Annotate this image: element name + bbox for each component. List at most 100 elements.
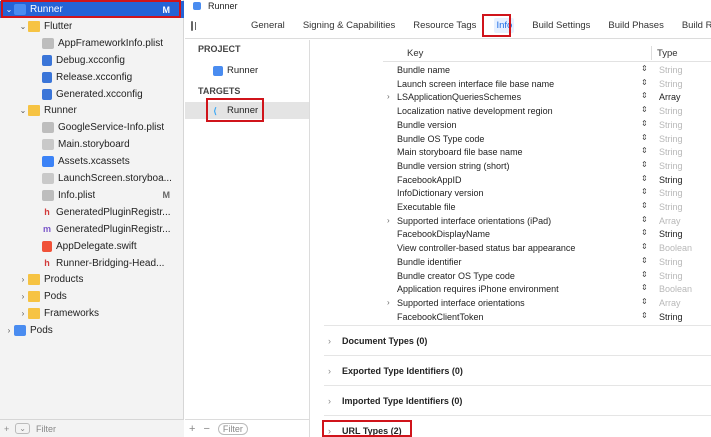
plist-row[interactable]: › Supported interface orientations ⇕ Array — [383, 297, 711, 311]
plist-type[interactable]: String — [659, 175, 683, 185]
tab-build-phases[interactable]: Build Phases — [608, 20, 663, 31]
plist-type[interactable]: String — [659, 257, 683, 267]
tab-signing-capabilities[interactable]: Signing & Capabilities — [303, 20, 395, 31]
remove-target-icon[interactable]: − — [203, 423, 209, 435]
editor-title[interactable]: Runner — [208, 1, 238, 11]
plist-key[interactable]: FacebookAppID — [397, 175, 462, 185]
plist-key[interactable]: FacebookClientToken — [397, 312, 484, 322]
key-stepper-icon[interactable]: ⇕ — [641, 119, 648, 128]
sidebar-toggle-icon[interactable] — [191, 20, 196, 31]
key-stepper-icon[interactable]: ⇕ — [641, 270, 648, 279]
key-stepper-icon[interactable]: ⇕ — [641, 297, 648, 306]
chevron-right-icon[interactable]: › — [324, 396, 342, 406]
chevron-right-icon[interactable]: › — [324, 426, 342, 436]
key-stepper-icon[interactable]: ⇕ — [641, 105, 648, 114]
navigator-item[interactable]: h GeneratedPluginRegistr... — [0, 204, 184, 221]
navigator-item[interactable]: ⌄ Runner — [0, 102, 184, 119]
navigator-item[interactable]: Debug.xcconfig — [0, 52, 184, 69]
plist-row[interactable]: Bundle identifier ⇕ String — [383, 256, 711, 270]
chevron-right-icon[interactable]: › — [387, 298, 390, 307]
info-section-header[interactable]: › Document Types (0) — [324, 325, 711, 355]
plist-row[interactable]: Bundle creator OS Type code ⇕ String — [383, 270, 711, 284]
plist-type[interactable]: String — [659, 161, 683, 171]
navigator-item[interactable]: › Pods — [0, 322, 184, 339]
plist-key[interactable]: Supported interface orientations (iPad) — [397, 216, 551, 226]
navigator-item[interactable]: › Frameworks — [0, 305, 184, 322]
chevron-right-icon[interactable]: › — [18, 275, 28, 284]
plist-key[interactable]: Bundle OS Type code — [397, 134, 484, 144]
plist-key[interactable]: Bundle identifier — [397, 257, 462, 267]
navigator-filter-input[interactable]: Filter — [36, 424, 56, 434]
key-stepper-icon[interactable]: ⇕ — [641, 78, 648, 87]
key-stepper-icon[interactable]: ⇕ — [641, 283, 648, 292]
plist-key[interactable]: View controller-based status bar appeara… — [397, 243, 575, 253]
tab-general[interactable]: General — [251, 20, 285, 31]
plist-key[interactable]: InfoDictionary version — [397, 188, 484, 198]
plist-row[interactable]: Main storyboard file base name ⇕ String — [383, 146, 711, 160]
add-target-icon[interactable]: + — [189, 423, 195, 435]
navigator-item[interactable]: Release.xcconfig — [0, 69, 184, 86]
plist-row[interactable]: FacebookDisplayName ⇕ String — [383, 228, 711, 242]
plist-key[interactable]: Bundle name — [397, 65, 450, 75]
plist-row[interactable]: Bundle name ⇕ String — [383, 64, 711, 78]
filter-options-icon[interactable]: ⌄ — [15, 423, 30, 434]
plist-key[interactable]: Executable file — [397, 202, 456, 212]
chevron-right-icon[interactable]: › — [387, 216, 390, 225]
project-item-runner[interactable]: Runner — [185, 62, 309, 79]
tab-build-rules[interactable]: Build Rules — [682, 20, 711, 31]
navigator-item[interactable]: Assets.xcassets — [0, 153, 184, 170]
key-stepper-icon[interactable]: ⇕ — [641, 187, 648, 196]
key-stepper-icon[interactable]: ⇕ — [641, 256, 648, 265]
plist-key[interactable]: FacebookDisplayName — [397, 229, 490, 239]
key-stepper-icon[interactable]: ⇕ — [641, 228, 648, 237]
navigator-item[interactable]: › Pods — [0, 288, 184, 305]
plist-type[interactable]: String — [659, 79, 683, 89]
chevron-right-icon[interactable]: › — [18, 292, 28, 301]
plist-row[interactable]: InfoDictionary version ⇕ String — [383, 187, 711, 201]
chevron-right-icon[interactable]: › — [324, 336, 342, 346]
plist-row[interactable]: Localization native development region ⇕ S… — [383, 105, 711, 119]
chevron-down-icon[interactable]: ⌄ — [18, 106, 28, 115]
navigator-item[interactable]: AppFrameworkInfo.plist — [0, 35, 184, 52]
plist-key[interactable]: Bundle creator OS Type code — [397, 271, 515, 281]
tab-resource-tags[interactable]: Resource Tags — [413, 20, 476, 31]
plist-key[interactable]: Application requires iPhone environment — [397, 284, 559, 294]
plist-type[interactable]: String — [659, 271, 683, 281]
key-stepper-icon[interactable]: ⇕ — [641, 146, 648, 155]
key-stepper-icon[interactable]: ⇕ — [641, 133, 648, 142]
key-stepper-icon[interactable]: ⇕ — [641, 311, 648, 320]
chevron-right-icon[interactable]: › — [387, 92, 390, 101]
key-stepper-icon[interactable]: ⇕ — [641, 91, 648, 100]
key-stepper-icon[interactable]: ⇕ — [641, 242, 648, 251]
plist-type[interactable]: String — [659, 188, 683, 198]
info-section-header[interactable]: › Imported Type Identifiers (0) — [324, 385, 711, 415]
chevron-down-icon[interactable]: ⌄ — [4, 5, 14, 14]
plist-type[interactable]: String — [659, 202, 683, 212]
navigator-item[interactable]: LaunchScreen.storyboa... — [0, 170, 184, 187]
plist-key[interactable]: LSApplicationQueriesSchemes — [397, 92, 521, 102]
plist-key[interactable]: Supported interface orientations — [397, 298, 525, 308]
type-column-header[interactable]: Type — [657, 48, 678, 59]
plist-type[interactable]: String — [659, 106, 683, 116]
plist-row[interactable]: View controller-based status bar appeara… — [383, 242, 711, 256]
plist-type[interactable]: String — [659, 147, 683, 157]
navigator-item[interactable]: m GeneratedPluginRegistr... — [0, 221, 184, 238]
plist-row[interactable]: › Supported interface orientations (iPad)… — [383, 215, 711, 229]
chevron-right-icon[interactable]: › — [18, 309, 28, 318]
key-stepper-icon[interactable]: ⇕ — [641, 201, 648, 210]
targets-filter-input[interactable]: Filter — [217, 422, 248, 435]
plist-row[interactable]: Application requires iPhone environment ⇕… — [383, 283, 711, 297]
navigator-item[interactable]: Main.storyboard — [0, 136, 184, 153]
key-column-header[interactable]: Key — [407, 48, 423, 59]
chevron-right-icon[interactable]: › — [4, 326, 14, 335]
plist-key[interactable]: Launch screen interface file base name — [397, 79, 554, 89]
target-item-runner[interactable]: ⟨ Runner — [185, 102, 309, 119]
plist-type[interactable]: String — [659, 134, 683, 144]
plist-type[interactable]: Boolean — [659, 243, 692, 253]
plist-row[interactable]: › LSApplicationQueriesSchemes ⇕ Array — [383, 91, 711, 105]
navigator-item[interactable]: AppDelegate.swift — [0, 238, 184, 255]
key-stepper-icon[interactable]: ⇕ — [641, 64, 648, 73]
plist-row[interactable]: Executable file ⇕ String — [383, 201, 711, 215]
plist-row[interactable]: FacebookAppID ⇕ String — [383, 174, 711, 188]
plist-type[interactable]: String — [659, 120, 683, 130]
